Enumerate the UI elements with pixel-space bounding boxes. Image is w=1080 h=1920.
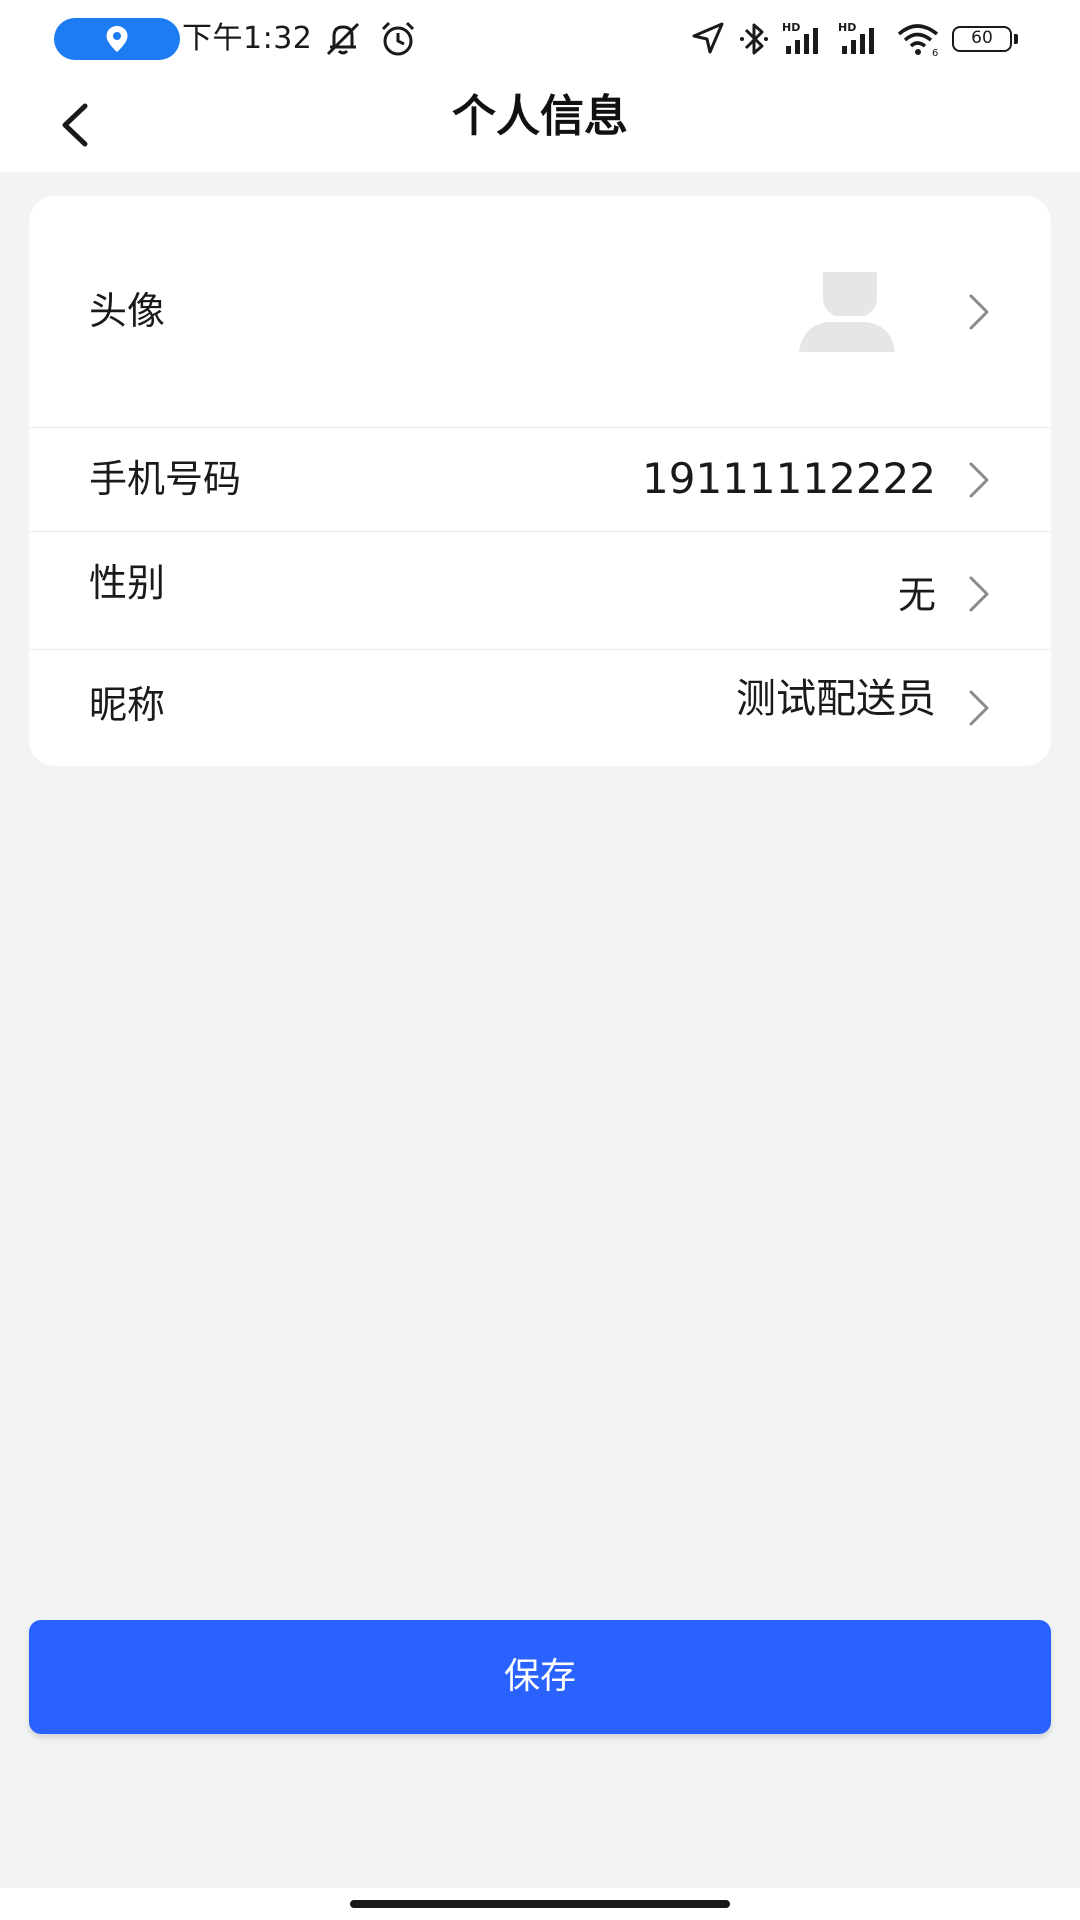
svg-text:HD: HD: [838, 21, 856, 34]
battery-icon: 60: [952, 26, 1012, 52]
location-pin-icon: [106, 26, 128, 52]
signal-hd-icon: HD: [838, 21, 874, 54]
svg-text:6: 6: [932, 48, 938, 58]
chevron-right-icon: [969, 690, 989, 726]
home-indicator[interactable]: [350, 1900, 730, 1908]
chevron-left-icon: [62, 103, 88, 147]
phone-value: 19111112222: [642, 454, 936, 503]
phone-row[interactable]: 手机号码 19111112222: [29, 428, 1051, 532]
status-bar: 下午1:32 HD HD 6 60: [0, 0, 1080, 80]
status-time: 下午1:32: [182, 21, 313, 56]
chevron-right-icon: [969, 462, 989, 498]
avatar: [799, 272, 895, 352]
top-bar-area: 下午1:32 HD HD 6 60 个人信息: [0, 0, 1080, 172]
navigation-bar: 个人信息: [0, 80, 1080, 172]
bell-off-icon: [326, 22, 360, 56]
navigation-arrow-icon: [692, 22, 724, 54]
nickname-value: 测试配送员: [736, 676, 936, 722]
location-indicator[interactable]: [54, 18, 180, 60]
phone-label: 手机号码: [89, 457, 242, 501]
chevron-right-icon: [969, 294, 989, 330]
avatar-label: 头像: [89, 289, 166, 333]
avatar-row[interactable]: 头像: [29, 196, 1051, 428]
gender-value: 无: [897, 573, 936, 617]
bluetooth-icon: [740, 23, 768, 55]
page-title: 个人信息: [452, 91, 628, 142]
profile-card: 头像 手机号码 19111112222 性别 无 昵称 测试配送员: [29, 196, 1051, 766]
save-button[interactable]: 保存: [29, 1620, 1051, 1734]
nickname-row[interactable]: 昵称 测试配送员: [29, 650, 1051, 766]
alarm-clock-icon: [381, 21, 415, 56]
battery-tip: [1014, 34, 1018, 44]
wifi-icon: 6: [897, 24, 938, 58]
gender-label: 性别: [89, 561, 166, 605]
nickname-label: 昵称: [89, 683, 166, 727]
signal-hd-icon: HD: [782, 21, 818, 54]
chevron-right-icon: [969, 576, 989, 612]
back-button[interactable]: [40, 90, 110, 160]
gender-row[interactable]: 性别 无: [29, 532, 1051, 650]
svg-text:HD: HD: [782, 21, 800, 34]
